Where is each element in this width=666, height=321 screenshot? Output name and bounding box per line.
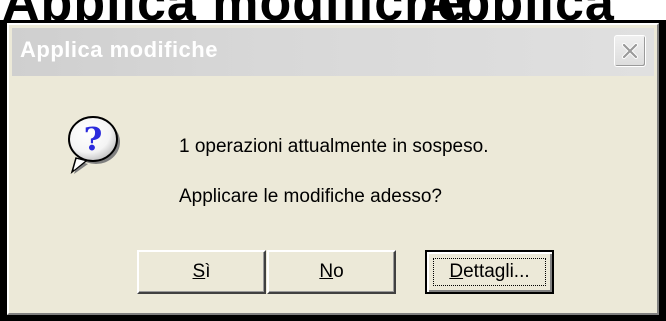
yes-label-rest: ì [205, 261, 211, 282]
no-button[interactable]: No [267, 250, 396, 294]
yes-button[interactable]: Sì [137, 250, 266, 294]
close-button[interactable] [614, 35, 646, 67]
dialog-title: Applica modifiche [20, 37, 218, 62]
no-mnemonic: N [319, 261, 334, 282]
yes-button-label: Sì [193, 261, 211, 282]
details-button[interactable]: Dettagli... [425, 250, 554, 294]
title-bar[interactable]: Applica modifiche [12, 28, 654, 76]
question-icon: ? [68, 116, 120, 175]
no-button-label: No [319, 261, 343, 282]
message-line-2: Applicare le modifiche adesso? [179, 186, 442, 207]
no-label-rest: o [333, 261, 344, 282]
svg-text:?: ? [84, 120, 103, 158]
focus-rectangle [433, 258, 546, 286]
message-line-1: 1 operazioni attualmente in sospeso. [179, 136, 489, 157]
screen: Applica modifiche Applica Applica modifi… [0, 0, 666, 321]
yes-mnemonic: S [192, 261, 206, 282]
close-icon [622, 43, 638, 59]
